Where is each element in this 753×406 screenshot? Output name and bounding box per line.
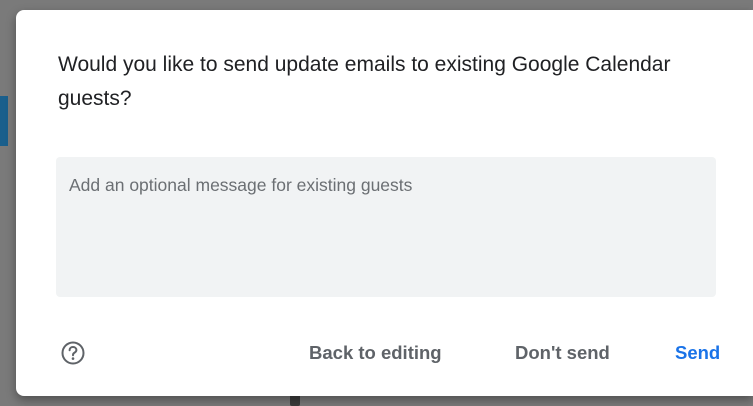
dialog-title: Would you like to send update emails to … xyxy=(58,53,671,110)
dont-send-button[interactable]: Don't send xyxy=(515,338,610,368)
send-button[interactable]: Send xyxy=(675,338,720,368)
send-update-dialog: Would you like to send update emails to … xyxy=(16,10,753,396)
backdrop-calendar-strip xyxy=(0,96,8,146)
back-to-editing-button[interactable]: Back to editing xyxy=(309,338,442,368)
help-circle-icon[interactable] xyxy=(60,340,86,366)
optional-message-input[interactable] xyxy=(56,157,716,297)
